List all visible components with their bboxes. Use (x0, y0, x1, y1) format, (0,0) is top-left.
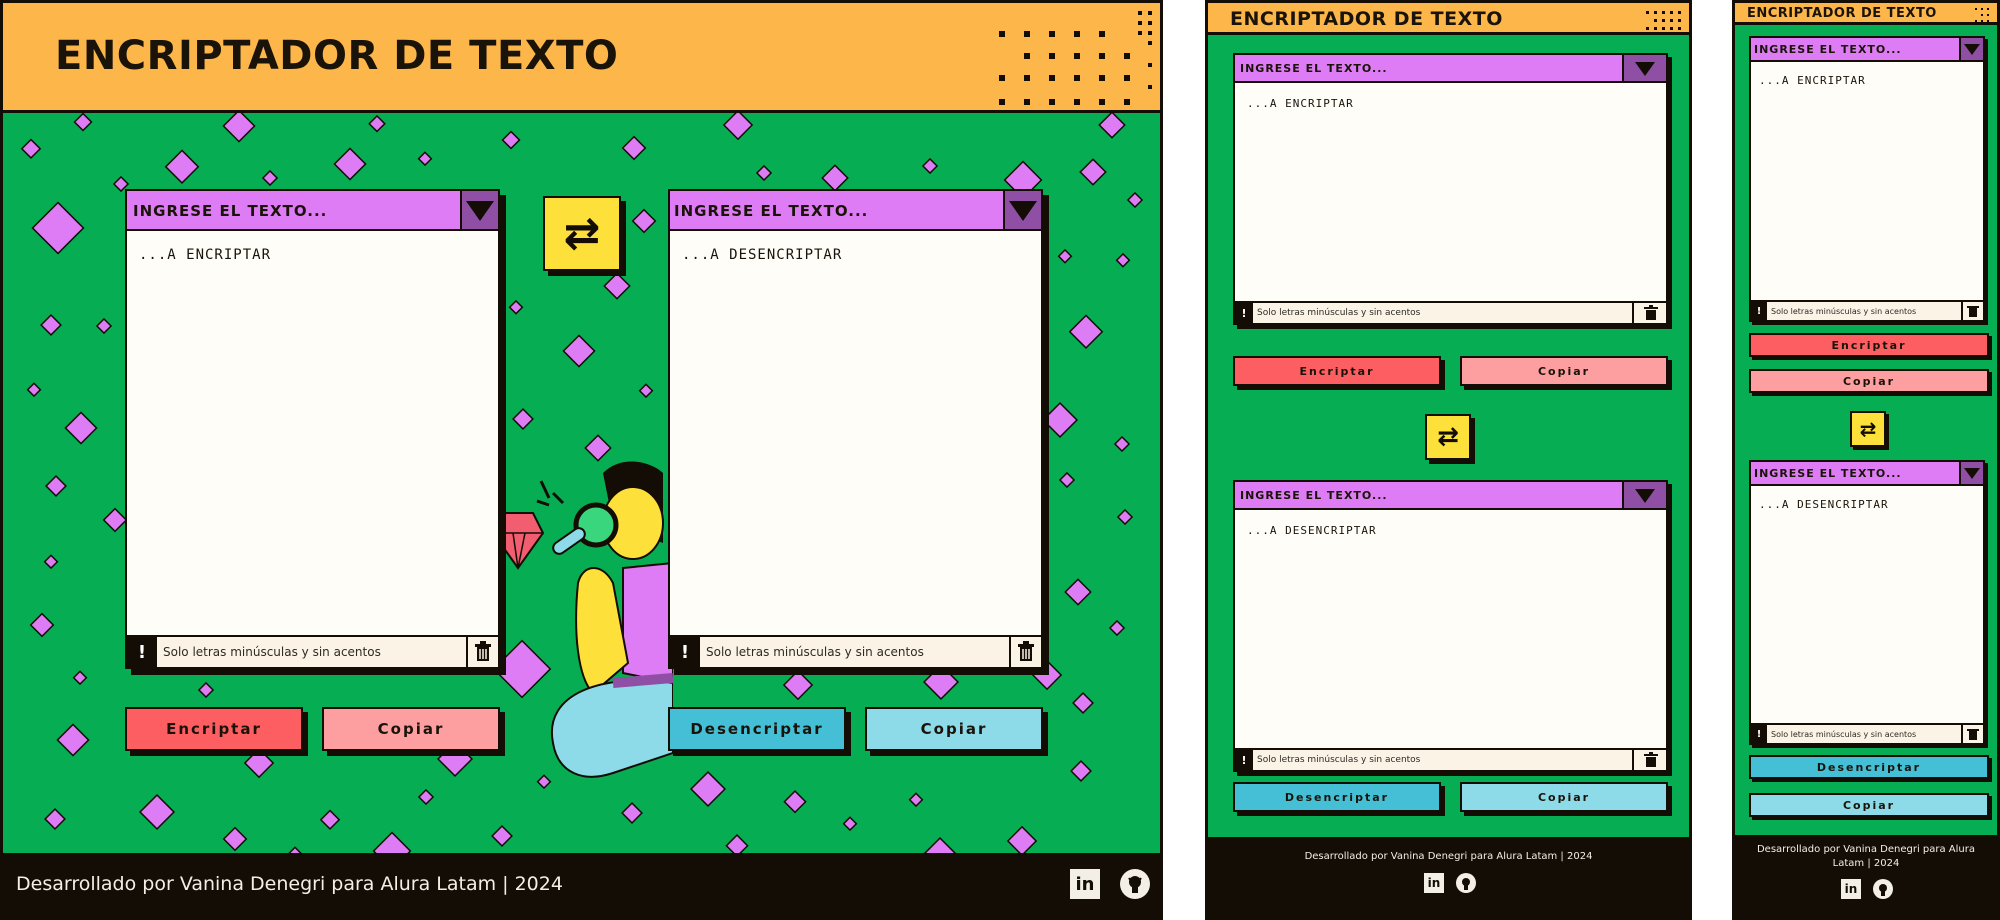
input-card-title: INGRESE EL TEXTO... (1754, 43, 1902, 56)
trash-icon[interactable] (466, 637, 498, 667)
output-card-title: INGRESE EL TEXTO... (1240, 489, 1388, 502)
input-card: INGRESE EL TEXTO... ...A ENCRIPTAR ! Sol… (1233, 53, 1668, 325)
output-textarea[interactable]: ...A DESENCRIPTAR (1247, 524, 1377, 537)
output-card-footer: ! Solo letras minúsculas y sin acentos (1751, 723, 1983, 743)
output-card: INGRESE EL TEXTO... ...A DESENCRIPTAR ! … (668, 189, 1043, 669)
footer-text: Desarrollado por Vanina Denegri para Alu… (1756, 844, 1976, 869)
chevron-down-icon[interactable] (1622, 55, 1666, 81)
swap-button[interactable]: ⇄ (543, 196, 621, 271)
output-card: INGRESE EL TEXTO... ...A DESENCRIPTAR ! … (1233, 480, 1668, 772)
linkedin-icon[interactable]: in (1070, 869, 1100, 899)
linkedin-icon[interactable]: in (1841, 879, 1861, 899)
warning-icon: ! (127, 637, 157, 667)
copy-input-button[interactable]: Copiar (1460, 356, 1668, 386)
output-textarea[interactable]: ...A DESENCRIPTAR (1759, 498, 1889, 511)
input-card-note: Solo letras minúsculas y sin acentos (163, 645, 381, 659)
chevron-down-icon[interactable] (460, 191, 498, 229)
github-icon[interactable] (1120, 869, 1150, 899)
input-textarea[interactable]: ...A ENCRIPTAR (1247, 97, 1354, 110)
app-title: ENCRIPTADOR DE TEXTO (55, 33, 619, 79)
header: ENCRIPTADOR DE TEXTO (1735, 3, 1997, 25)
input-card-footer: ! Solo letras minúsculas y sin acentos (1235, 301, 1666, 323)
output-card-note: Solo letras minúsculas y sin acentos (1771, 729, 1917, 739)
encrypt-button[interactable]: Encriptar (1749, 333, 1989, 357)
trash-icon[interactable] (1961, 725, 1983, 743)
input-card: INGRESE EL TEXTO... ...A ENCRIPTAR ! Sol… (125, 189, 500, 669)
encrypt-button[interactable]: Encriptar (125, 707, 303, 751)
header-dot-pattern (980, 3, 1160, 110)
swap-icon: ⇄ (563, 208, 601, 259)
swap-button[interactable]: ⇄ (1850, 411, 1886, 447)
output-card-note: Solo letras minúsculas y sin acentos (1257, 755, 1421, 765)
input-card-title: INGRESE EL TEXTO... (133, 202, 328, 220)
output-textarea[interactable]: ...A DESENCRIPTAR (682, 247, 842, 263)
output-card: INGRESE EL TEXTO... ...A DESENCRIPTAR ! … (1749, 460, 1985, 745)
trash-icon[interactable] (1632, 303, 1666, 323)
output-card-note: Solo letras minúsculas y sin acentos (706, 645, 924, 659)
header: ENCRIPTADOR DE TEXTO (1208, 3, 1689, 35)
chevron-down-icon[interactable] (1959, 38, 1983, 60)
warning-icon: ! (1751, 725, 1767, 743)
trash-icon[interactable] (1961, 302, 1983, 320)
output-card-header: INGRESE EL TEXTO... (1751, 462, 1983, 486)
footer: Desarrollado por Vanina Denegri para Alu… (1735, 835, 1997, 917)
trash-icon[interactable] (1632, 750, 1666, 770)
input-card-header: INGRESE EL TEXTO... (1235, 55, 1666, 83)
input-card-header: INGRESE EL TEXTO... (1751, 38, 1983, 62)
header-dot-pattern (1639, 3, 1689, 32)
input-card-footer: ! Solo letras minúsculas y sin acentos (127, 635, 498, 667)
character-illustration (483, 453, 674, 803)
output-card-header: INGRESE EL TEXTO... (670, 191, 1041, 231)
output-card-footer: ! Solo letras minúsculas y sin acentos (1235, 748, 1666, 770)
chevron-down-icon[interactable] (1959, 462, 1983, 484)
tablet-frame: ENCRIPTADOR DE TEXTO INGRESE EL TEXTO...… (1205, 0, 1692, 920)
encrypt-button[interactable]: Encriptar (1233, 356, 1441, 386)
copy-output-button[interactable]: Copiar (865, 707, 1043, 751)
output-card-footer: ! Solo letras minúsculas y sin acentos (670, 635, 1041, 667)
footer: Desarrollado por Vanina Denegri para Alu… (1208, 837, 1689, 917)
input-card-note: Solo letras minúsculas y sin acentos (1771, 306, 1917, 316)
trash-icon[interactable] (1009, 637, 1041, 667)
input-textarea[interactable]: ...A ENCRIPTAR (139, 247, 271, 263)
copy-input-button[interactable]: Copiar (322, 707, 500, 751)
chevron-down-icon[interactable] (1622, 482, 1666, 508)
footer-text: Desarrollado por Vanina Denegri para Alu… (16, 873, 563, 895)
decrypt-button[interactable]: Desencriptar (668, 707, 846, 751)
chevron-down-icon[interactable] (1003, 191, 1041, 229)
input-card-title: INGRESE EL TEXTO... (1240, 62, 1388, 75)
input-card-header: INGRESE EL TEXTO... (127, 191, 498, 231)
warning-icon: ! (1751, 302, 1767, 320)
input-card-note: Solo letras minúsculas y sin acentos (1257, 308, 1421, 318)
app-title: ENCRIPTADOR DE TEXTO (1230, 8, 1503, 30)
copy-output-button[interactable]: Copiar (1749, 793, 1989, 817)
input-card: INGRESE EL TEXTO... ...A ENCRIPTAR ! Sol… (1749, 36, 1985, 322)
app-title: ENCRIPTADOR DE TEXTO (1747, 6, 1937, 21)
swap-icon: ⇄ (1437, 422, 1459, 452)
output-card-title: INGRESE EL TEXTO... (1754, 467, 1902, 480)
mobile-frame: ENCRIPTADOR DE TEXTO INGRESE EL TEXTO...… (1732, 0, 2000, 920)
warning-icon: ! (670, 637, 700, 667)
copy-output-button[interactable]: Copiar (1460, 782, 1668, 812)
warning-icon: ! (1235, 750, 1253, 770)
output-card-header: INGRESE EL TEXTO... (1235, 482, 1666, 510)
footer-text: Desarrollado por Vanina Denegri para Alu… (1304, 851, 1593, 862)
input-textarea[interactable]: ...A ENCRIPTAR (1759, 74, 1866, 87)
swap-button[interactable]: ⇄ (1425, 414, 1471, 460)
github-icon[interactable] (1456, 873, 1476, 893)
header: ENCRIPTADOR DE TEXTO (3, 3, 1160, 113)
footer: Desarrollado por Vanina Denegri para Alu… (3, 853, 1160, 917)
github-icon[interactable] (1873, 879, 1893, 899)
output-card-title: INGRESE EL TEXTO... (674, 202, 869, 220)
desktop-frame: ENCRIPTADOR DE TEXTO INGRESE EL TEXTO...… (0, 0, 1163, 920)
decrypt-button[interactable]: Desencriptar (1233, 782, 1441, 812)
swap-icon: ⇄ (1859, 417, 1877, 441)
header-dot-pattern (1969, 3, 1997, 22)
decrypt-button[interactable]: Desencriptar (1749, 755, 1989, 779)
input-card-footer: ! Solo letras minúsculas y sin acentos (1751, 300, 1983, 320)
linkedin-icon[interactable]: in (1424, 873, 1444, 893)
copy-input-button[interactable]: Copiar (1749, 369, 1989, 393)
warning-icon: ! (1235, 303, 1253, 323)
